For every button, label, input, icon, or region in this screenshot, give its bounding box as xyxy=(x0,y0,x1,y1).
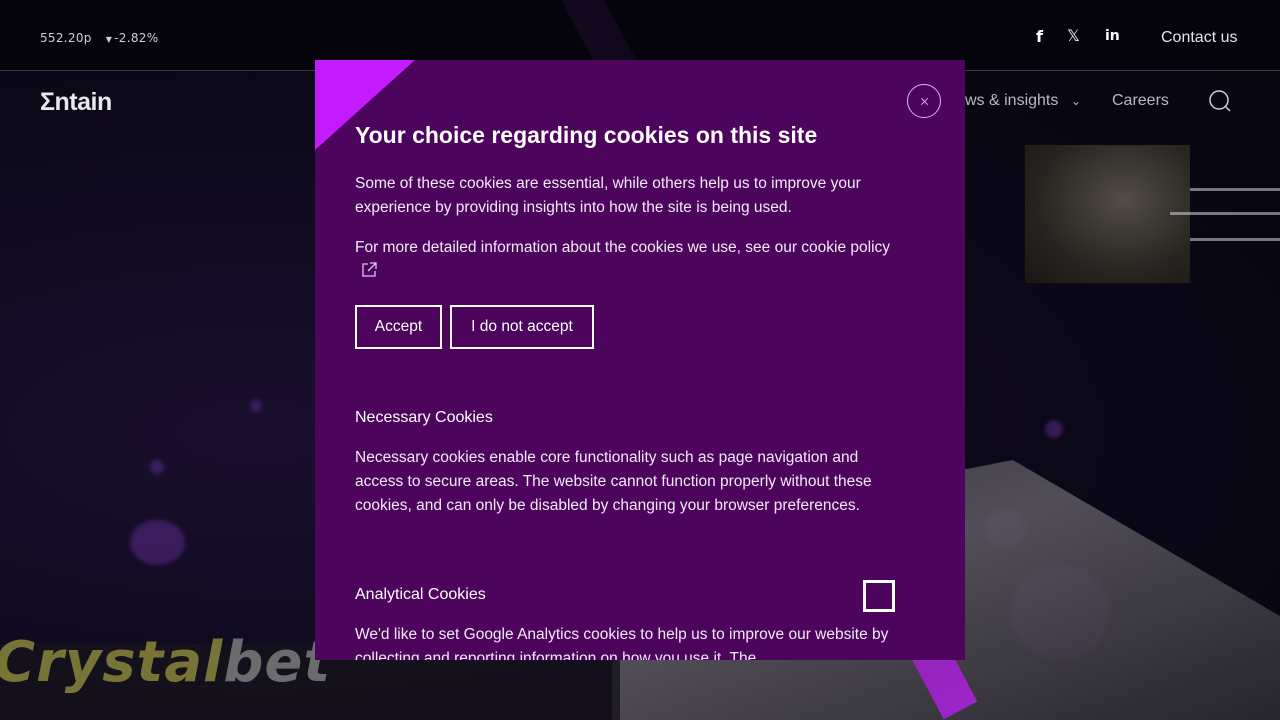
light-streak xyxy=(1190,188,1280,191)
more-info-text[interactable]: For more detailed information about the … xyxy=(355,239,890,256)
down-arrow-icon: ▼ xyxy=(105,35,113,44)
search-icon[interactable] xyxy=(1209,90,1231,112)
modal-title: Your choice regarding cookies on this si… xyxy=(355,122,818,148)
background-photo xyxy=(1025,145,1190,283)
light-streak xyxy=(1170,212,1280,215)
bokeh-blob xyxy=(250,400,262,412)
facebook-icon[interactable]: f xyxy=(1036,27,1043,46)
stock-change: -2.82% xyxy=(114,31,159,45)
reject-button[interactable]: I do not accept xyxy=(450,305,594,349)
analytical-cookies-heading: Analytical Cookies xyxy=(355,586,486,603)
entain-logo[interactable]: Σntain xyxy=(40,88,112,117)
modal-intro-text: Some of these cookies are essential, whi… xyxy=(355,175,861,216)
external-link-icon[interactable] xyxy=(361,262,377,278)
cookie-consent-modal: Your choice regarding cookies on this si… xyxy=(315,60,965,660)
analytical-cookies-checkbox[interactable] xyxy=(863,580,895,612)
necessary-cookies-heading: Necessary Cookies xyxy=(355,409,493,426)
necessary-cookies-text: Necessary cookies enable core functional… xyxy=(355,449,872,514)
analytical-cookies-text: We'd like to set Google Analytics cookie… xyxy=(355,626,889,660)
brand-text-part: Crystal xyxy=(0,630,224,695)
stock-ticker: 552.20p ▼ -2.82% xyxy=(40,31,158,45)
bokeh-blob xyxy=(130,520,185,565)
contact-us-link[interactable]: Contact us xyxy=(1161,29,1237,47)
x-icon[interactable]: 𝕏 xyxy=(1067,26,1080,45)
nav-item-careers[interactable]: Careers xyxy=(1112,92,1169,110)
accept-button[interactable]: Accept xyxy=(355,305,442,349)
background-brand-text: Crystalbet xyxy=(0,630,331,695)
light-streak xyxy=(1190,238,1280,241)
close-button[interactable] xyxy=(907,84,941,118)
nav-item-label: ws & insights xyxy=(965,92,1059,109)
bokeh-blob xyxy=(150,460,164,474)
stock-price: 552.20p xyxy=(40,31,92,45)
linkedin-icon[interactable]: in xyxy=(1105,28,1120,44)
chevron-down-icon: ⌄ xyxy=(1070,94,1081,108)
nav-item-news-insights[interactable]: ws & insights ⌄ xyxy=(965,92,1081,110)
modal-more-info-text: For more detailed information about the … xyxy=(355,236,900,284)
bokeh-blob xyxy=(1045,420,1063,438)
